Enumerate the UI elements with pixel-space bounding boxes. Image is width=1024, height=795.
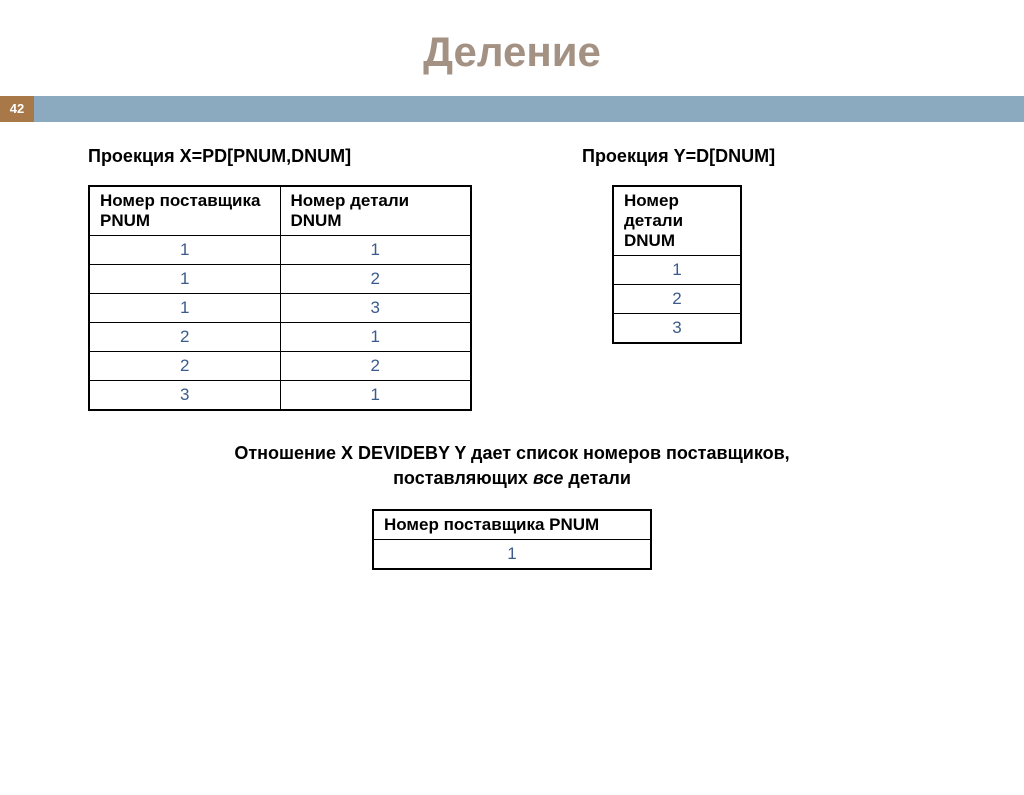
table-cell: 3 [613, 314, 741, 344]
table-cell: 3 [280, 294, 471, 323]
result-caption-line1: Отношение X DEVIDEBY Y дает список номер… [234, 443, 789, 463]
projection-y-heading: Проекция Y=D[DNUM] [582, 146, 775, 167]
table-header-cell: Номер поставщика PNUM [373, 510, 651, 540]
table-cell: 2 [280, 352, 471, 381]
result-caption: Отношение X DEVIDEBY Y дает список номер… [88, 441, 936, 491]
table-row: Номер поставщика PNUM [373, 510, 651, 540]
table-result: Номер поставщика PNUM 1 [372, 509, 652, 570]
projection-x-block: Проекция X=PD[PNUM,DNUM] Номер поставщик… [88, 146, 472, 411]
table-header-cell: Номер поставщика PNUM [89, 186, 280, 236]
table-header-cell: Номер детали DNUM [613, 186, 741, 256]
table-row: 1 [613, 256, 741, 285]
page-number: 42 [0, 96, 34, 122]
content-area: Проекция X=PD[PNUM,DNUM] Номер поставщик… [0, 146, 1024, 570]
table-row: 3 [613, 314, 741, 344]
table-cell: 1 [373, 540, 651, 570]
table-row: 31 [89, 381, 471, 411]
table-row: 22 [89, 352, 471, 381]
table-cell: 2 [89, 323, 280, 352]
table-cell: 1 [89, 236, 280, 265]
table-cell: 1 [89, 265, 280, 294]
table-cell: 2 [613, 285, 741, 314]
result-caption-emphasis: все [533, 468, 563, 488]
table-row: 12 [89, 265, 471, 294]
table-row: Номер детали DNUM [613, 186, 741, 256]
result-caption-line2a: поставляющих [393, 468, 533, 488]
table-row: 1 [373, 540, 651, 570]
table-cell: 3 [89, 381, 280, 411]
table-row: 2 [613, 285, 741, 314]
table-cell: 1 [280, 236, 471, 265]
slide-title: Деление [0, 28, 1024, 76]
result-caption-line2b: детали [563, 468, 631, 488]
table-x: Номер поставщика PNUM Номер детали DNUM … [88, 185, 472, 411]
table-cell: 1 [89, 294, 280, 323]
table-row: 21 [89, 323, 471, 352]
table-cell: 2 [280, 265, 471, 294]
projection-x-heading: Проекция X=PD[PNUM,DNUM] [88, 146, 472, 167]
table-cell: 2 [89, 352, 280, 381]
table-cell: 1 [613, 256, 741, 285]
table-row: 13 [89, 294, 471, 323]
table-cell: 1 [280, 381, 471, 411]
divider-bar: 42 [0, 96, 1024, 122]
table-row: Номер поставщика PNUM Номер детали DNUM [89, 186, 471, 236]
table-header-cell: Номер детали DNUM [280, 186, 471, 236]
table-row: 11 [89, 236, 471, 265]
table-cell: 1 [280, 323, 471, 352]
projection-y-block: Проекция Y=D[DNUM] Номер детали DNUM 1 2… [582, 146, 775, 344]
table-y: Номер детали DNUM 1 2 3 [612, 185, 742, 344]
